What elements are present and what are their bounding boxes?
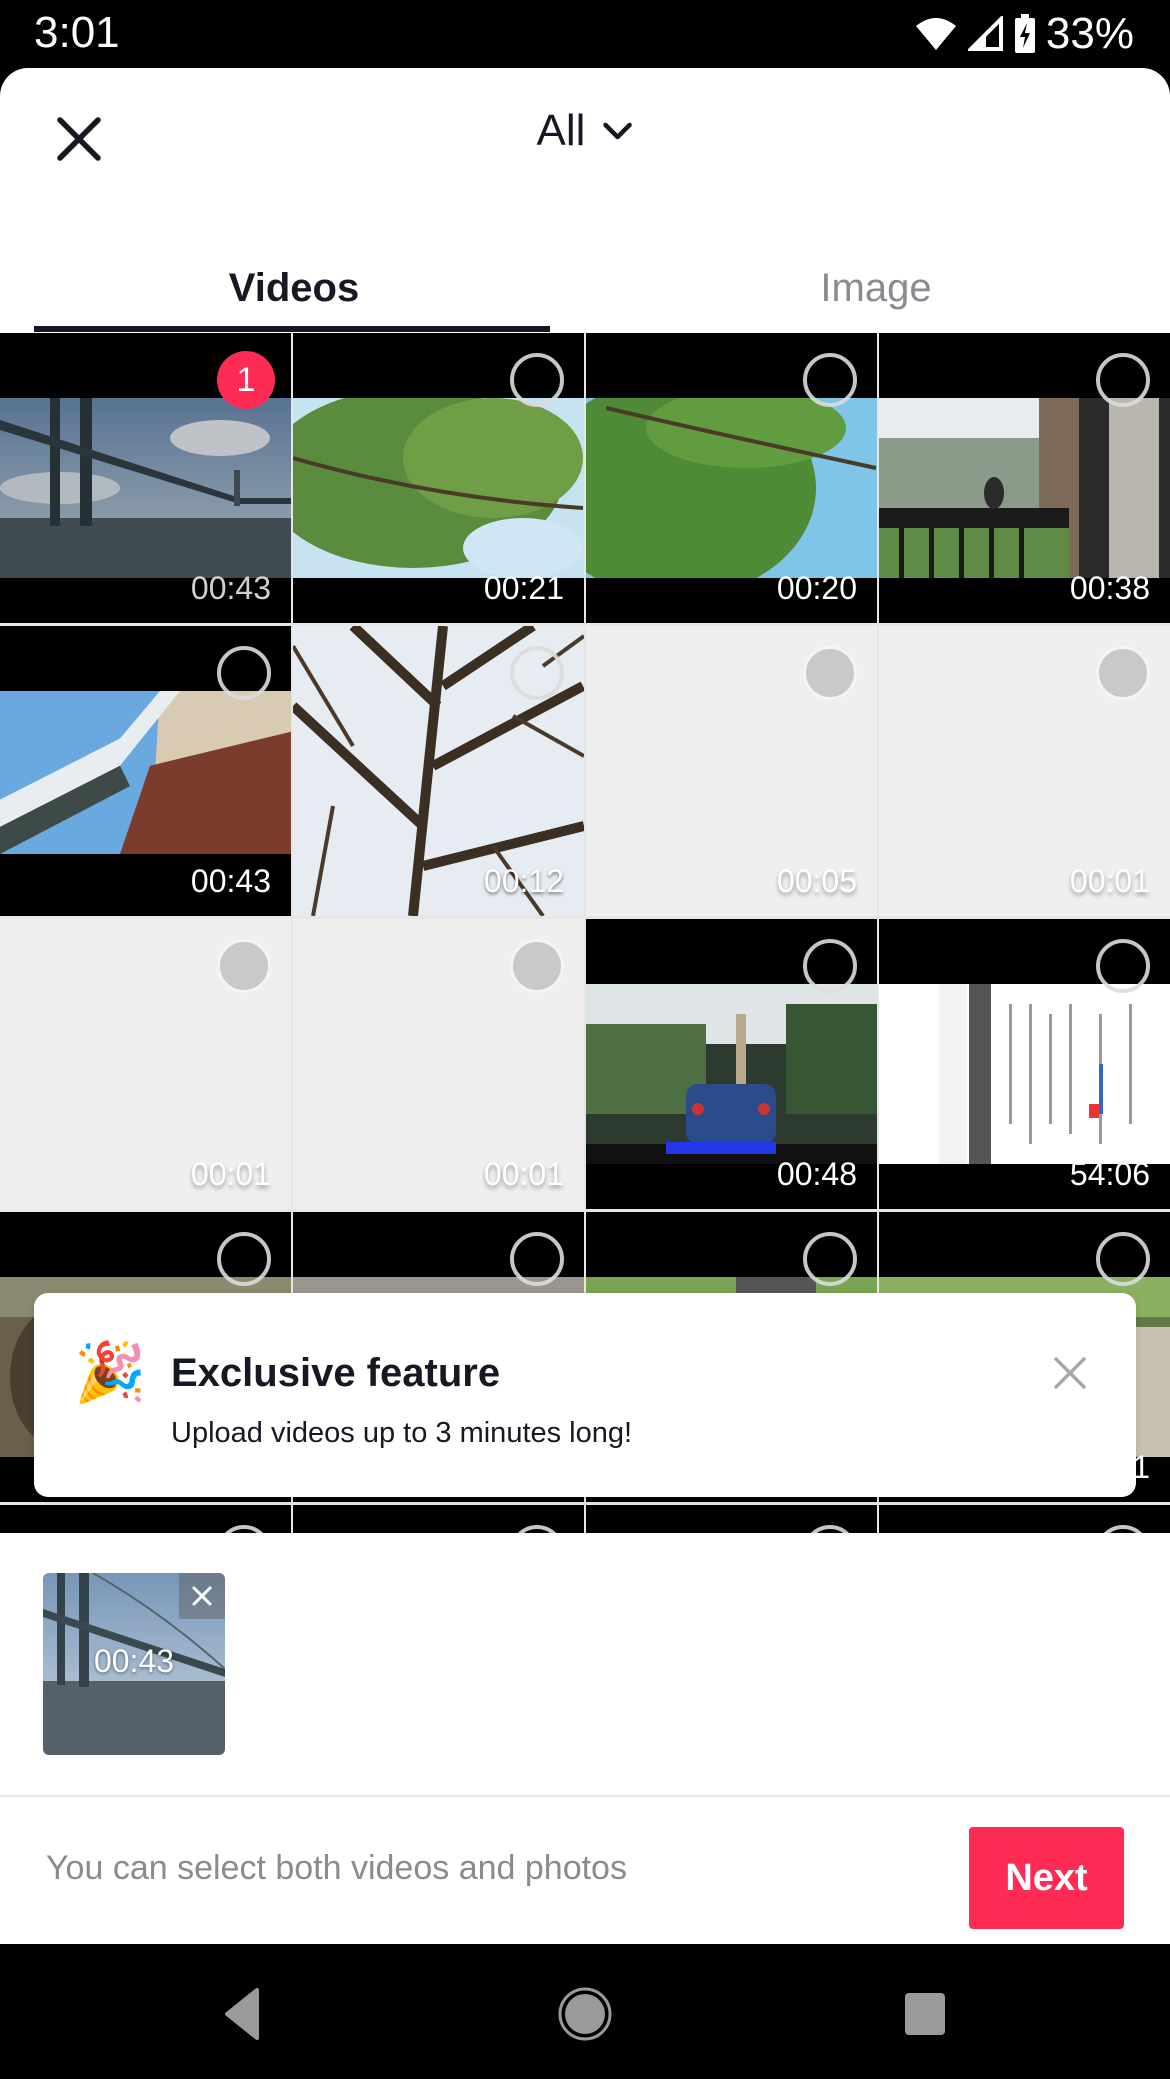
- status-icons: 33%: [914, 9, 1134, 58]
- select-checkbox[interactable]: [1096, 1232, 1150, 1286]
- recents-button[interactable]: [895, 1984, 955, 2044]
- media-thumbnail: [586, 398, 877, 578]
- media-grid-item[interactable]: 00:12: [293, 626, 584, 916]
- video-duration: 00:48: [776, 1156, 857, 1192]
- banner-close-button[interactable]: [1052, 1355, 1088, 1391]
- select-checkbox[interactable]: [510, 646, 564, 700]
- media-grid-item[interactable]: 1 00:43: [0, 333, 291, 623]
- banner-title: Exclusive feature: [171, 1351, 501, 1395]
- media-thumbnail: [879, 984, 1170, 1164]
- footer: You can select both videos and photos Ne…: [0, 1797, 1170, 1944]
- tab-image[interactable]: Image: [616, 238, 1136, 334]
- select-checkbox[interactable]: [217, 1232, 271, 1286]
- media-grid-item[interactable]: 00:01: [0, 919, 291, 1209]
- select-checkbox[interactable]: [803, 939, 857, 993]
- video-duration: 00:43: [190, 570, 271, 606]
- media-thumbnail: [0, 691, 291, 854]
- video-duration: 00:01: [483, 1156, 564, 1192]
- select-checkbox[interactable]: [803, 646, 857, 700]
- video-duration: 00:01: [190, 1156, 271, 1192]
- media-grid-item[interactable]: 00:01: [879, 626, 1170, 916]
- header: All: [0, 68, 1170, 208]
- wifi-icon: [915, 18, 956, 50]
- selected-tray: 00:43: [0, 1533, 1170, 1795]
- select-checkbox[interactable]: [1096, 353, 1150, 407]
- media-grid-item[interactable]: 00:20: [586, 333, 877, 623]
- media-tabs: Videos Image: [0, 238, 1170, 334]
- close-button[interactable]: [50, 110, 108, 168]
- close-icon: [192, 1586, 212, 1606]
- chevron-down-icon: [603, 122, 632, 140]
- video-duration: 00:38: [1069, 570, 1150, 606]
- tab-videos[interactable]: Videos: [34, 238, 554, 334]
- home-icon: [558, 1987, 612, 2041]
- back-button[interactable]: [215, 1984, 275, 2044]
- album-dropdown[interactable]: All: [537, 106, 634, 156]
- recents-icon: [905, 1993, 945, 2035]
- video-duration: 00:05: [776, 863, 857, 899]
- selection-badge[interactable]: 1: [217, 351, 275, 409]
- select-checkbox[interactable]: [1096, 939, 1150, 993]
- media-grid-item[interactable]: 00:48: [586, 919, 877, 1209]
- media-thumbnail: [293, 398, 584, 578]
- cell-signal-icon: [967, 16, 1003, 51]
- video-duration: 00:20: [776, 570, 857, 606]
- media-thumbnail: [879, 398, 1170, 578]
- select-checkbox[interactable]: [803, 353, 857, 407]
- battery-percent: 33%: [1045, 9, 1134, 58]
- media-grid-item[interactable]: 54:06: [879, 919, 1170, 1209]
- status-time: 3:01: [34, 8, 120, 57]
- battery-charging-icon: [1014, 14, 1035, 53]
- next-button[interactable]: Next: [969, 1827, 1124, 1929]
- select-checkbox[interactable]: [217, 646, 271, 700]
- select-checkbox[interactable]: [217, 939, 271, 993]
- close-icon: [1054, 1357, 1086, 1389]
- select-checkbox[interactable]: [510, 939, 564, 993]
- back-icon: [225, 1988, 259, 2040]
- party-popper-icon: 🎉: [74, 1340, 147, 1405]
- video-duration: 00:01: [1069, 863, 1150, 899]
- video-duration: 54:06: [1069, 1156, 1150, 1192]
- media-thumbnail: [0, 398, 291, 578]
- active-tab-indicator: [34, 326, 550, 332]
- video-duration: 00:12: [483, 863, 564, 899]
- status-bar: 3:01 33%: [0, 0, 1170, 68]
- media-grid-item[interactable]: 00:01: [293, 919, 584, 1209]
- selection-hint: You can select both videos and photos: [46, 1849, 627, 1887]
- select-checkbox[interactable]: [1096, 646, 1150, 700]
- media-grid-item[interactable]: 00:38: [879, 333, 1170, 623]
- video-duration: 00:21: [483, 570, 564, 606]
- media-grid-item[interactable]: 00:21: [293, 333, 584, 623]
- select-checkbox[interactable]: [510, 353, 564, 407]
- remove-selected-button[interactable]: [179, 1573, 225, 1619]
- media-thumbnail: [586, 984, 877, 1164]
- exclusive-feature-banner: 🎉 Exclusive feature Upload videos up to …: [34, 1293, 1136, 1497]
- media-grid-item[interactable]: 00:43: [0, 626, 291, 916]
- select-checkbox[interactable]: [803, 1232, 857, 1286]
- album-label: All: [536, 106, 586, 155]
- selected-item-duration: 00:43: [93, 1643, 175, 1679]
- video-duration: 00:43: [190, 863, 271, 899]
- media-grid-item[interactable]: 00:05: [586, 626, 877, 916]
- home-button[interactable]: [555, 1984, 615, 2044]
- select-checkbox[interactable]: [510, 1232, 564, 1286]
- close-icon: [57, 117, 101, 161]
- selected-item[interactable]: 00:43: [43, 1573, 225, 1755]
- system-nav-bar: [0, 1944, 1170, 2079]
- banner-text: Upload videos up to 3 minutes long!: [171, 1417, 633, 1449]
